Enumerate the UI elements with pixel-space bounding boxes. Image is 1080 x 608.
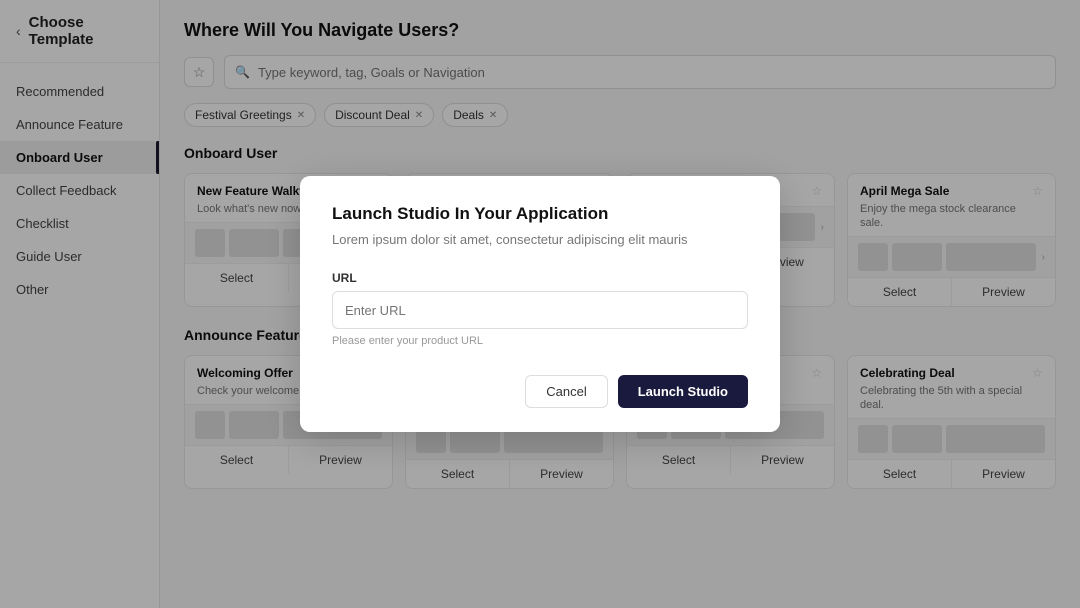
url-hint: Please enter your product URL xyxy=(332,335,748,347)
url-label: URL xyxy=(332,271,748,285)
launch-studio-button[interactable]: Launch Studio xyxy=(618,375,748,408)
cancel-button[interactable]: Cancel xyxy=(525,375,607,408)
modal-description: Lorem ipsum dolor sit amet, consectetur … xyxy=(332,230,748,250)
launch-studio-modal: Launch Studio In Your Application Lorem … xyxy=(300,176,780,433)
modal-actions: Cancel Launch Studio xyxy=(332,375,748,408)
url-input[interactable] xyxy=(332,291,748,329)
modal-title: Launch Studio In Your Application xyxy=(332,204,748,224)
modal-overlay[interactable]: Launch Studio In Your Application Lorem … xyxy=(0,0,1080,608)
